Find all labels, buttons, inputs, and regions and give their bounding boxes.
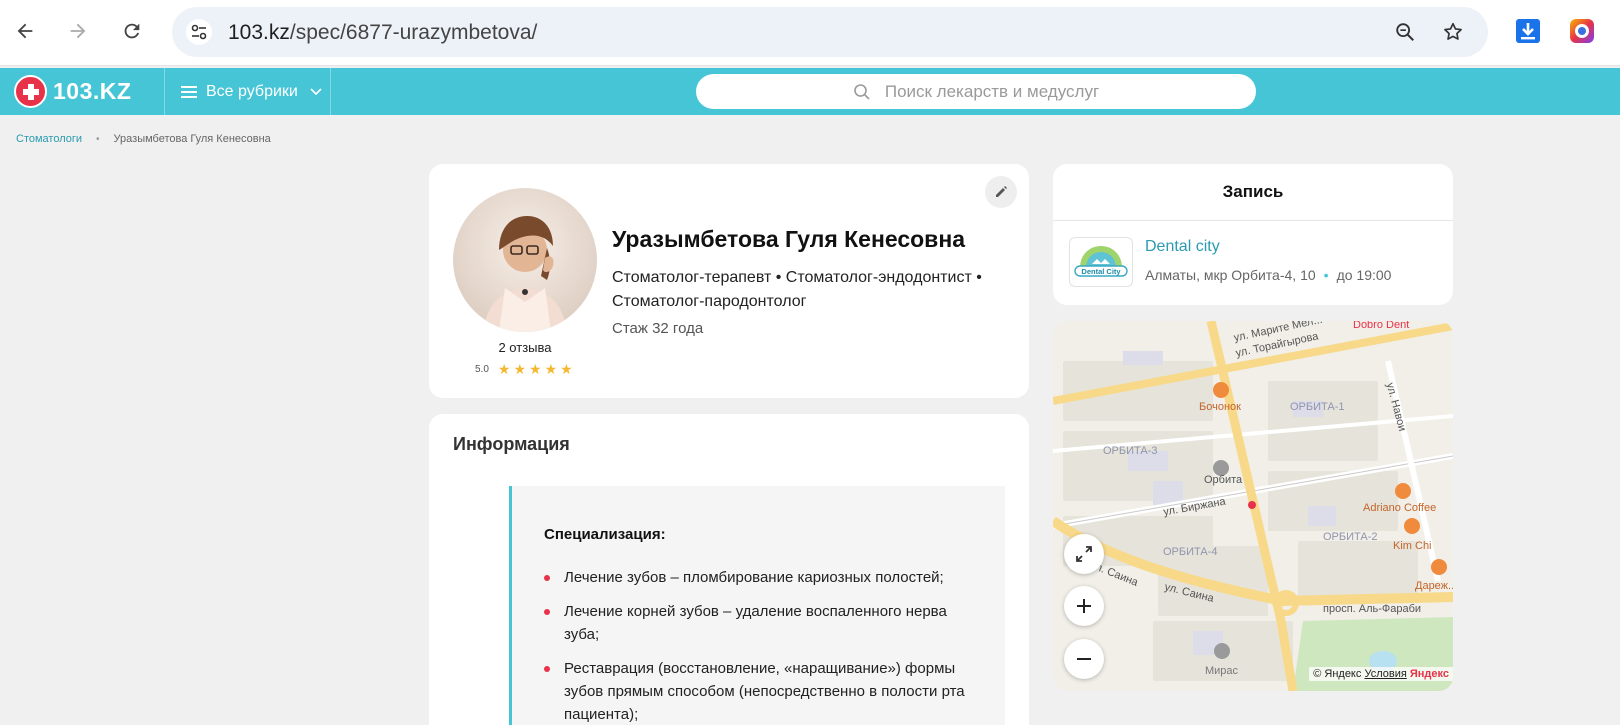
star-icon: ★ bbox=[529, 361, 542, 377]
yandex-map[interactable]: ул. Марите Мел... ул. Торайгырова Dobro … bbox=[1053, 321, 1453, 691]
zoom-icon[interactable] bbox=[1392, 19, 1418, 45]
booking-title: Запись bbox=[1222, 182, 1284, 201]
back-button[interactable] bbox=[9, 15, 41, 47]
separator-dot: • bbox=[1323, 267, 1329, 283]
breadcrumb: Стоматологи • Уразымбетова Гуля Кенесовн… bbox=[16, 133, 271, 145]
clinic-hours: до 19:00 bbox=[1336, 267, 1392, 283]
map-label-dobro-dent: Dobro Dent bbox=[1353, 321, 1410, 331]
information-card: Информация Специализация: Лечение зубов … bbox=[429, 414, 1029, 725]
map-zoom-in-button[interactable] bbox=[1064, 586, 1104, 626]
reviews-link[interactable]: 2 отзыва bbox=[453, 340, 597, 355]
specialization-heading: Специализация: bbox=[544, 526, 666, 543]
breadcrumb-link-dentists[interactable]: Стоматологи bbox=[16, 133, 82, 145]
map-label-adriano: Adriano Coffee bbox=[1363, 502, 1437, 514]
clinic-address-text: Алматы, мкр Орбита-4, 10 bbox=[1145, 267, 1316, 283]
star-icon: ★ bbox=[560, 361, 573, 377]
booking-card: Запись Dental City Dental city Алматы, м… bbox=[1053, 164, 1453, 305]
doctor-specialties: Стоматолог-терапевт • Стоматолог-эндодон… bbox=[612, 269, 982, 310]
arrow-right-icon bbox=[70, 23, 86, 39]
doctor-experience: Стаж 32 года bbox=[612, 320, 704, 337]
logo-cross-icon bbox=[14, 75, 47, 108]
edit-button[interactable] bbox=[985, 176, 1017, 208]
map-label-miras: Мирас bbox=[1205, 665, 1239, 677]
map-fullscreen-button[interactable] bbox=[1064, 534, 1104, 574]
information-title: Информация bbox=[453, 434, 570, 454]
map-attribution: © Яндекс Условия Яндекс bbox=[1309, 667, 1453, 681]
map-terms-link[interactable]: Условия bbox=[1364, 668, 1406, 680]
bookmark-star-icon[interactable] bbox=[1440, 19, 1466, 45]
doctor-name: Уразымбетова Гуля Кенесовна bbox=[612, 226, 966, 252]
specialization-box: Специализация: Лечение зубов – пломбиров… bbox=[509, 486, 1005, 725]
clinic-name-link[interactable]: Dental city bbox=[1145, 238, 1220, 256]
site-logo[interactable]: 103.KZ bbox=[14, 75, 131, 108]
yandex-logo: Яндекс bbox=[1409, 668, 1449, 680]
expand-icon bbox=[1076, 546, 1092, 562]
url-host: 103.kz bbox=[228, 21, 290, 44]
star-icon: ★ bbox=[513, 361, 527, 377]
divider bbox=[1053, 220, 1453, 221]
arrow-left-icon bbox=[17, 23, 33, 39]
pencil-icon bbox=[996, 186, 1007, 197]
map-zoom-out-button[interactable] bbox=[1064, 639, 1104, 679]
map-label-orbita4: ОРБИТА-4 bbox=[1163, 546, 1218, 558]
url-path: /spec/6877-urazymbetova/ bbox=[289, 21, 538, 44]
all-rubrics-menu[interactable]: Все рубрики bbox=[164, 68, 331, 115]
clinic-logo-text: Dental City bbox=[1081, 267, 1121, 276]
address-bar[interactable]: 103.kz/spec/6877-urazymbetova/ bbox=[172, 7, 1488, 57]
breadcrumb-current: Уразымбетова Гуля Кенесовна bbox=[113, 133, 271, 145]
map-label-orbita1: ОРБИТА-1 bbox=[1290, 401, 1345, 413]
map-label-al-farabi: просп. Аль-Фараби bbox=[1323, 603, 1422, 615]
rating-value: 5.0 bbox=[475, 363, 489, 375]
rating: 5.0 ★ ★ ★ ★ ★ bbox=[475, 362, 573, 376]
site-settings-icon[interactable] bbox=[186, 19, 212, 45]
specialization-list: Лечение зубов – пломбирование кариозных … bbox=[544, 566, 974, 725]
map-label-kimchi: Kim Chi bbox=[1393, 540, 1432, 552]
reload-icon bbox=[124, 23, 140, 39]
map-label-darezh: Дареж... bbox=[1415, 580, 1453, 592]
search-icon bbox=[854, 83, 870, 100]
star-icon: ★ bbox=[497, 361, 511, 377]
map-label-orbita3: ОРБИТА-3 bbox=[1103, 445, 1158, 457]
search-input[interactable]: Поиск лекарств и медуслуг bbox=[696, 74, 1256, 109]
browser-toolbar: 103.kz/spec/6877-urazymbetova/ bbox=[0, 0, 1620, 66]
logo-text: 103.KZ bbox=[53, 78, 132, 104]
doctor-profile-card: 2 отзыва 5.0 ★ ★ ★ ★ ★ Уразымбетова Гуля… bbox=[429, 164, 1029, 398]
breadcrumb-separator: • bbox=[96, 133, 100, 145]
map-copyright: © Яндекс bbox=[1313, 668, 1362, 680]
menu-icon bbox=[181, 85, 197, 98]
download-icon[interactable] bbox=[1514, 17, 1542, 45]
site-header: 103.KZ Все рубрики Поиск лекарств и меду… bbox=[0, 68, 1620, 115]
list-item: Лечение корней зубов – удаление воспален… bbox=[544, 600, 974, 646]
list-item: Лечение зубов – пломбирование кариозных … bbox=[544, 566, 974, 589]
rating-stars: ★ ★ ★ ★ ★ bbox=[498, 362, 573, 376]
minus-icon bbox=[1077, 658, 1091, 660]
search-placeholder: Поиск лекарств и медуслуг bbox=[884, 81, 1100, 101]
rubrics-label: Все рубрики bbox=[206, 82, 298, 100]
url-text[interactable]: 103.kz/spec/6877-urazymbetova/ bbox=[228, 21, 537, 45]
reload-button[interactable] bbox=[116, 15, 148, 47]
extension-icon[interactable] bbox=[1568, 17, 1596, 45]
map-label-orbita: Орбита bbox=[1204, 474, 1243, 486]
map-label-orbita2: ОРБИТА-2 bbox=[1323, 531, 1378, 543]
forward-button[interactable] bbox=[62, 15, 94, 47]
map-label-bochonok: Бочонок bbox=[1199, 401, 1241, 413]
clinic-logo[interactable]: Dental City bbox=[1069, 237, 1133, 287]
chevron-down-icon bbox=[310, 87, 322, 95]
plus-icon bbox=[1077, 599, 1091, 613]
doctor-avatar[interactable] bbox=[453, 188, 597, 332]
star-icon: ★ bbox=[544, 361, 558, 377]
clinic-address: Алматы, мкр Орбита-4, 10 • до 19:00 bbox=[1145, 267, 1391, 283]
list-item: Реставрация (восстановление, «наращивани… bbox=[544, 657, 974, 725]
